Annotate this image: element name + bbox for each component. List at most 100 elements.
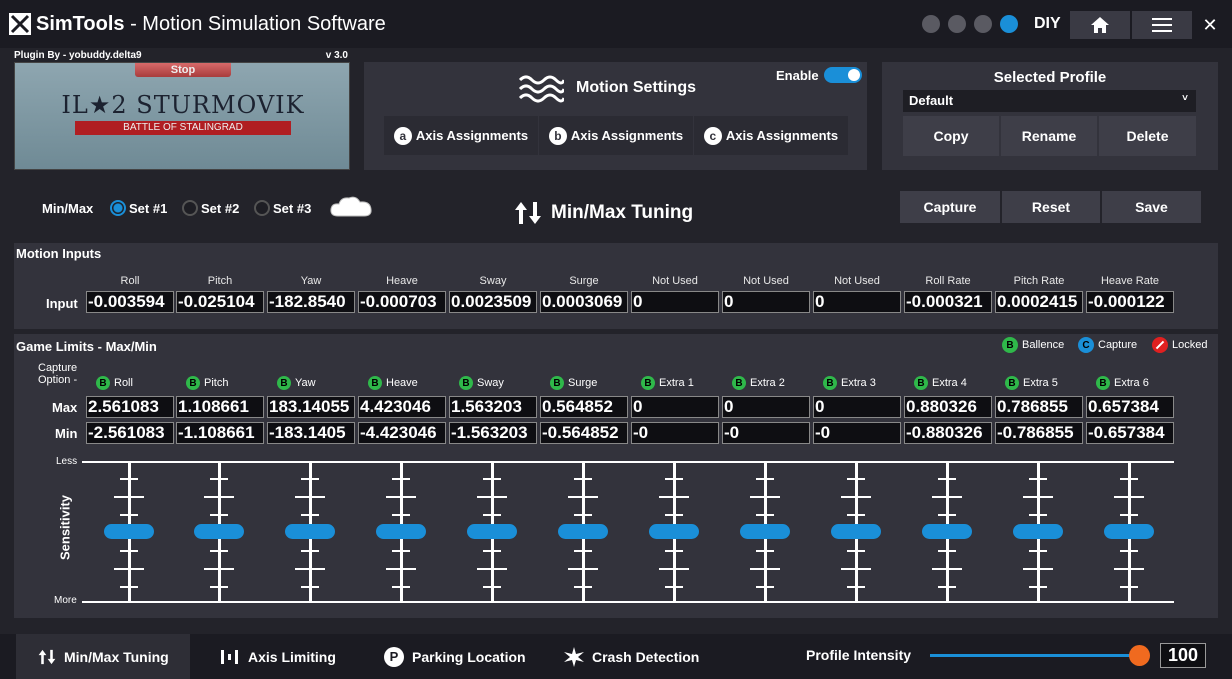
locked-icon	[1152, 337, 1168, 353]
enable-toggle[interactable]	[824, 67, 862, 83]
motion-input-value: -0.025104	[176, 291, 264, 313]
sensitivity-slider-thumb[interactable]	[740, 524, 790, 539]
game-limit-min-input[interactable]: -0.880326	[904, 422, 992, 444]
slider-tick	[392, 550, 410, 552]
sensitivity-slider-thumb[interactable]	[467, 524, 517, 539]
slider-tick	[301, 586, 319, 588]
game-limit-max-input[interactable]: 0.657384	[1086, 396, 1174, 418]
status-gear-icon	[948, 15, 966, 33]
sensitivity-slider-thumb[interactable]	[558, 524, 608, 539]
profile-select[interactable]: Default ˅	[903, 90, 1196, 112]
game-limit-header[interactable]: B Yaw	[277, 376, 316, 390]
motion-input-value: -0.003594	[86, 291, 174, 313]
sensitivity-slider-thumb[interactable]	[376, 524, 426, 539]
capture-button[interactable]: Capture	[900, 191, 1000, 223]
game-limit-max-input[interactable]: 1.108661	[176, 396, 264, 418]
axis-assignments-c-button[interactable]: c Axis Assignments	[694, 116, 848, 155]
set-1-radio[interactable]: Set #1	[110, 200, 167, 216]
copy-button[interactable]: Copy	[903, 116, 999, 156]
intensity-slider-track[interactable]	[930, 654, 1140, 657]
slider-tick	[477, 496, 507, 498]
motion-inputs-title: Motion Inputs	[16, 246, 102, 261]
motion-input-value: 0.0003069	[540, 291, 628, 313]
menu-button[interactable]	[1132, 11, 1192, 39]
motion-input-value: -0.000321	[904, 291, 992, 313]
sensitivity-slider-thumb[interactable]	[285, 524, 335, 539]
game-limit-header[interactable]: B Pitch	[186, 376, 228, 390]
game-limit-max-input[interactable]: 0	[722, 396, 810, 418]
status-power-icon[interactable]	[1000, 15, 1018, 33]
game-limit-min-input[interactable]: -0.657384	[1086, 422, 1174, 444]
motion-input-value: 0	[722, 291, 810, 313]
game-limit-max-input[interactable]: 2.561083	[86, 396, 174, 418]
close-icon: ✕	[1202, 14, 1218, 35]
sensitivity-slider-thumb[interactable]	[1013, 524, 1063, 539]
sensitivity-slider-thumb[interactable]	[649, 524, 699, 539]
game-limit-min-input[interactable]: -0.786855	[995, 422, 1083, 444]
save-button[interactable]: Save	[1102, 191, 1201, 223]
game-limit-min-input[interactable]: -1.563203	[449, 422, 537, 444]
ballence-badge-icon: B	[1005, 376, 1019, 390]
game-limit-max-input[interactable]: 0.564852	[540, 396, 628, 418]
slider-tick	[120, 478, 138, 480]
game-limit-min-input[interactable]: -4.423046	[358, 422, 446, 444]
game-limit-max-input[interactable]: 0	[813, 396, 901, 418]
game-limit-header[interactable]: B Extra 3	[823, 376, 876, 390]
intensity-value-input[interactable]: 100	[1160, 643, 1206, 668]
game-limit-min-input[interactable]: -0.564852	[540, 422, 628, 444]
tab-parking-location[interactable]: P Parking Location	[384, 634, 526, 679]
tab-crash-detection[interactable]: Crash Detection	[564, 634, 699, 679]
game-limit-header[interactable]: B Extra 4	[914, 376, 967, 390]
ballence-badge-icon: B	[550, 376, 564, 390]
app-title: SimTools - Motion Simulation Software	[36, 13, 386, 35]
game-limit-header[interactable]: B Extra 2	[732, 376, 785, 390]
slider-tick	[932, 568, 962, 570]
minmax-label: Min/Max	[42, 201, 94, 216]
sensitivity-slider-thumb[interactable]	[194, 524, 244, 539]
slider-tick	[574, 514, 592, 516]
game-limit-max-input[interactable]: 4.423046	[358, 396, 446, 418]
game-limit-header[interactable]: B Heave	[368, 376, 418, 390]
tab-minmax-tuning[interactable]: Min/Max Tuning	[16, 634, 190, 679]
game-limit-max-input[interactable]: 183.14055	[267, 396, 355, 418]
game-limit-max-input[interactable]: 0.880326	[904, 396, 992, 418]
game-limit-header[interactable]: B Extra 6	[1096, 376, 1149, 390]
tab-axis-limiting[interactable]: Axis Limiting	[220, 634, 336, 679]
game-limit-header[interactable]: B Surge	[550, 376, 597, 390]
home-button[interactable]	[1070, 11, 1130, 39]
game-limit-min-input[interactable]: -0	[722, 422, 810, 444]
axis-assignments-a-button[interactable]: a Axis Assignments	[384, 116, 538, 155]
slider-tick	[1023, 568, 1053, 570]
set-2-radio[interactable]: Set #2	[182, 200, 239, 216]
sensitivity-slider-thumb[interactable]	[831, 524, 881, 539]
reset-button[interactable]: Reset	[1002, 191, 1100, 223]
game-limit-header[interactable]: B Extra 5	[1005, 376, 1058, 390]
slider-tick	[665, 586, 683, 588]
sensitivity-slider-thumb[interactable]	[104, 524, 154, 539]
game-limit-header[interactable]: B Roll	[96, 376, 133, 390]
game-limit-header[interactable]: B Extra 1	[641, 376, 694, 390]
game-limit-max-input[interactable]: 0	[631, 396, 719, 418]
slider-tick	[1114, 568, 1144, 570]
cloud-icon[interactable]	[328, 194, 374, 220]
game-limit-header-label: Yaw	[295, 377, 316, 389]
game-limit-header[interactable]: B Sway	[459, 376, 504, 390]
sensitivity-slider-thumb[interactable]	[922, 524, 972, 539]
slider-tick	[483, 586, 501, 588]
game-limit-min-input[interactable]: -2.561083	[86, 422, 174, 444]
game-limit-max-input[interactable]: 0.786855	[995, 396, 1083, 418]
close-button[interactable]: ✕	[1194, 11, 1226, 39]
set-3-radio[interactable]: Set #3	[254, 200, 311, 216]
rename-button[interactable]: Rename	[1001, 116, 1097, 156]
game-limit-min-input[interactable]: -0	[813, 422, 901, 444]
intensity-slider-knob[interactable]	[1129, 645, 1150, 666]
delete-button[interactable]: Delete	[1099, 116, 1196, 156]
game-limit-min-input[interactable]: -1.108661	[176, 422, 264, 444]
stop-button[interactable]: Stop	[135, 63, 231, 77]
sensitivity-slider-thumb[interactable]	[1104, 524, 1154, 539]
game-limit-max-input[interactable]: 1.563203	[449, 396, 537, 418]
axis-assignments-b-button[interactable]: b Axis Assignments	[539, 116, 693, 155]
game-limit-min-input[interactable]: -183.1405	[267, 422, 355, 444]
slider-tick	[1029, 586, 1047, 588]
game-limit-min-input[interactable]: -0	[631, 422, 719, 444]
